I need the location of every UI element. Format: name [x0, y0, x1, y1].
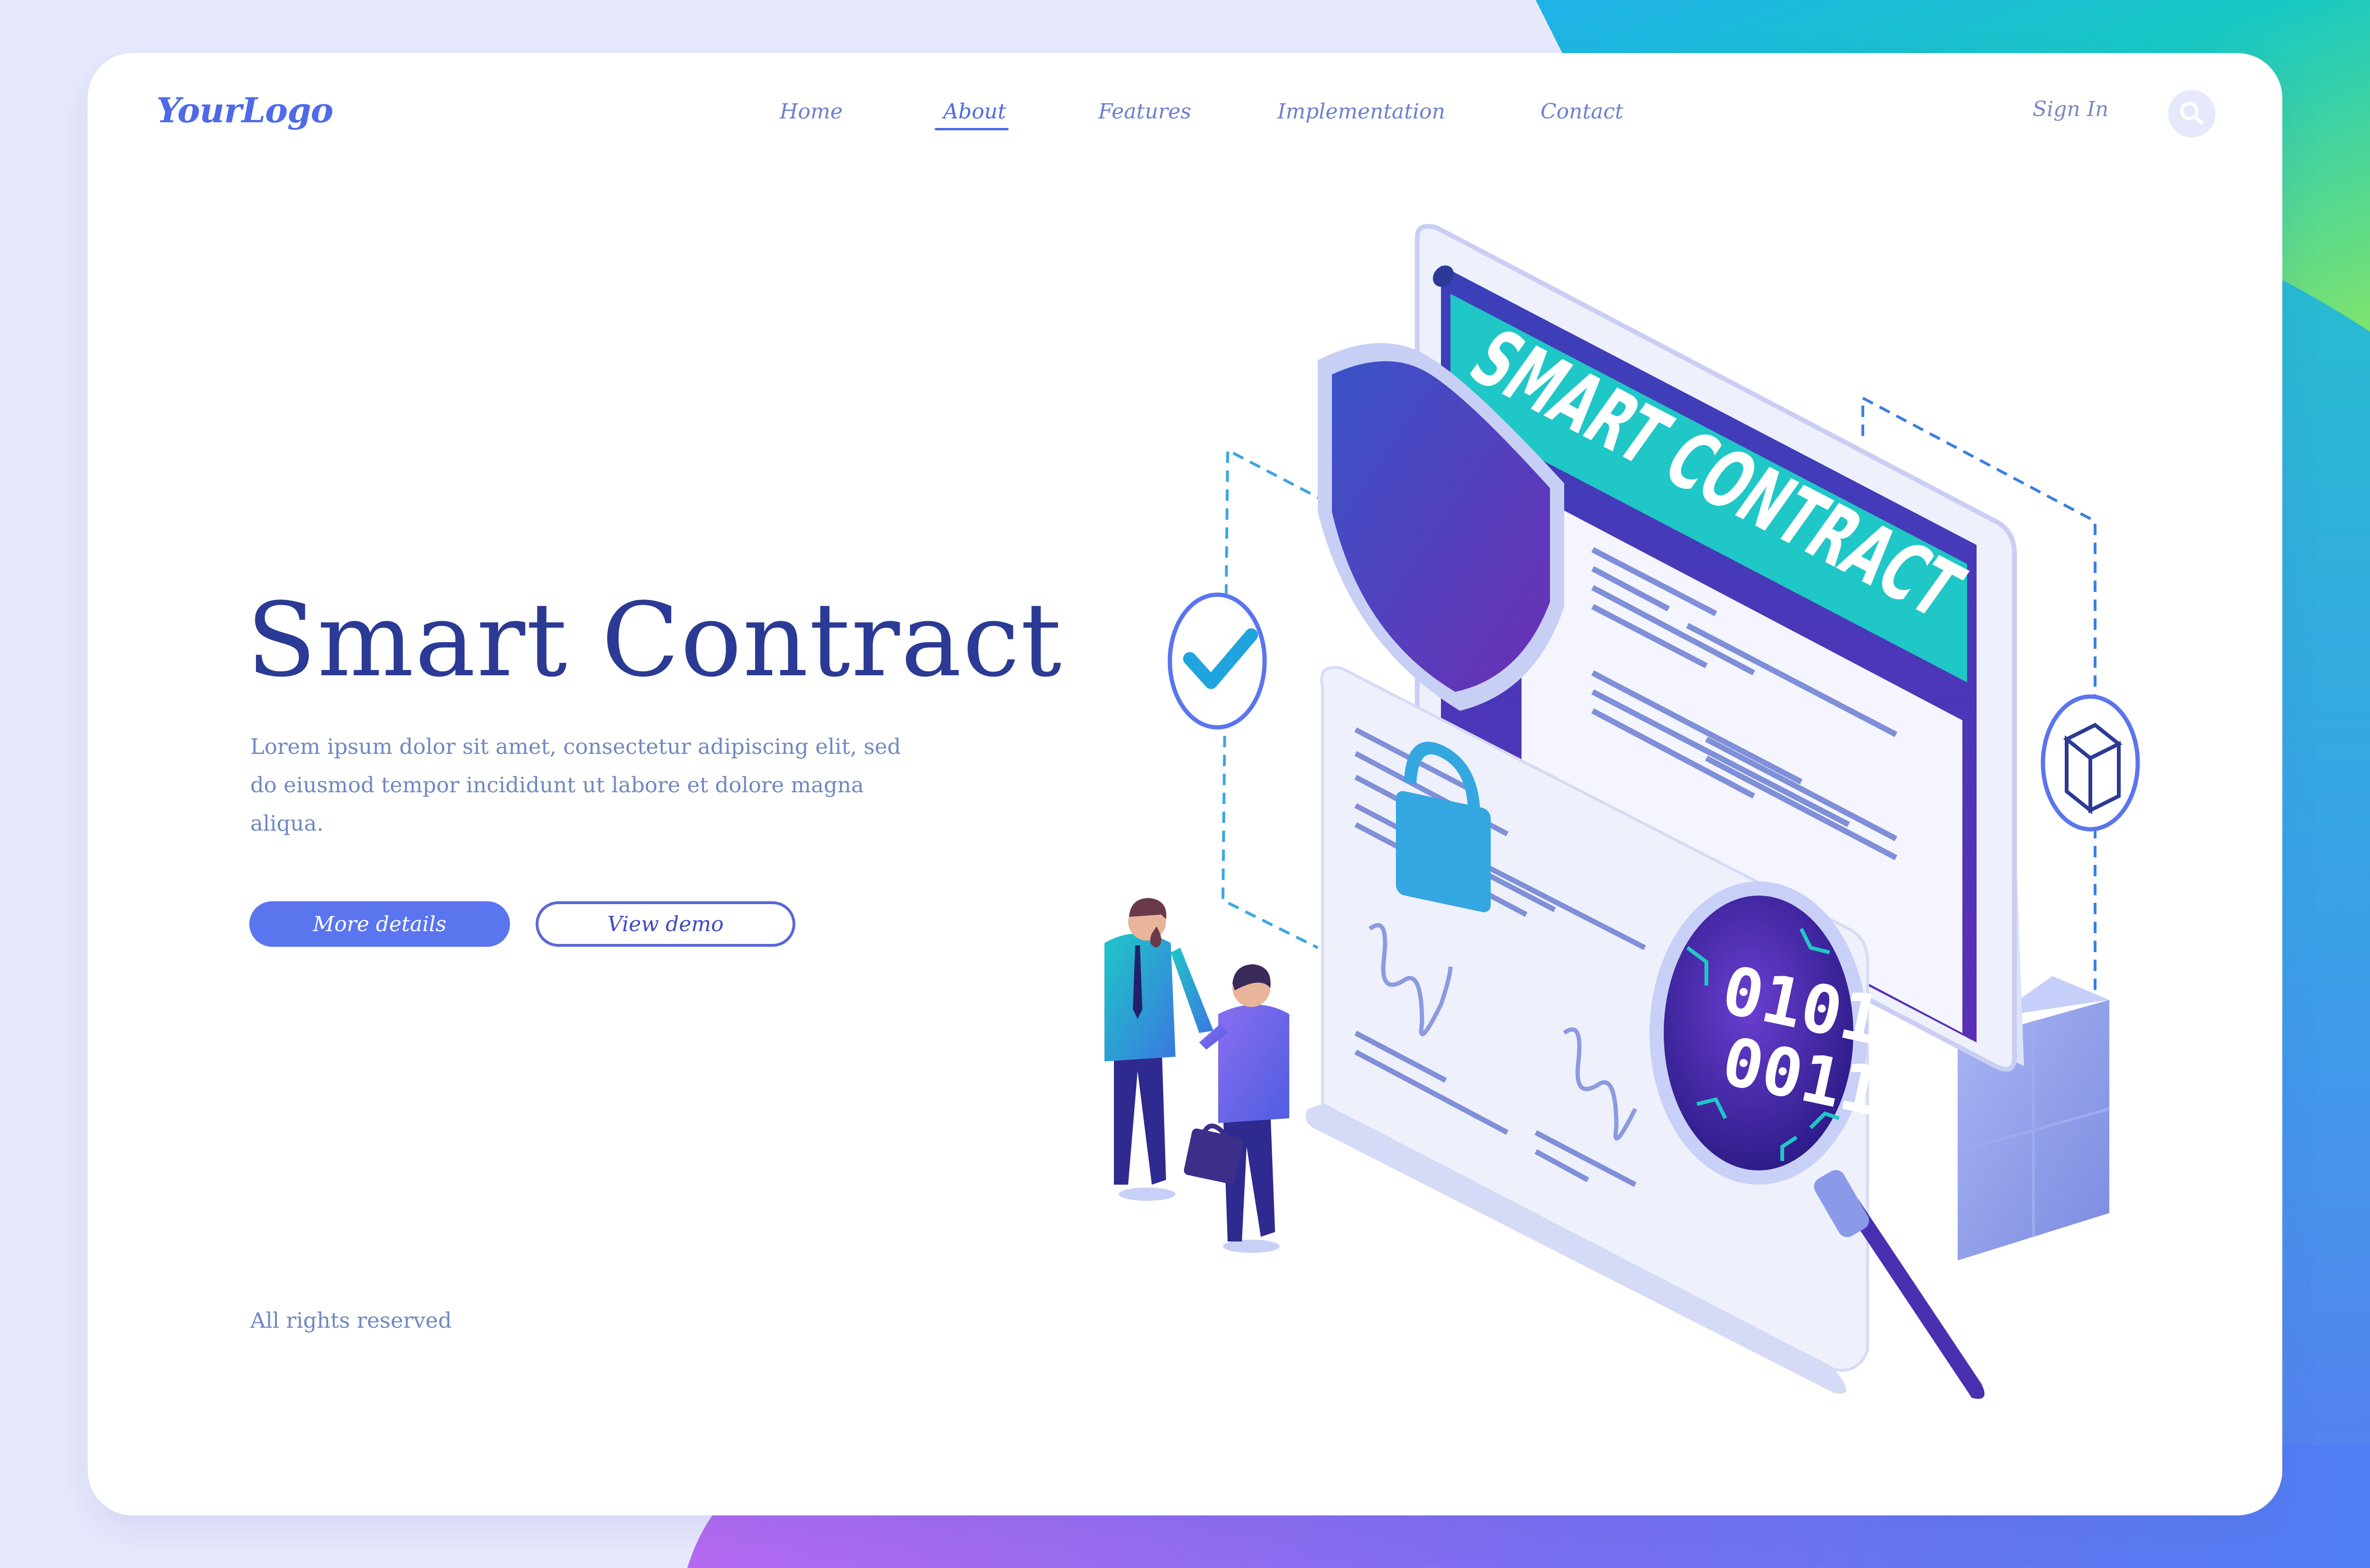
footer-copyright: All rights reserved [250, 1308, 452, 1333]
search-icon [2180, 101, 2203, 125]
view-demo-button[interactable]: View demo [536, 901, 795, 947]
nav-implementation[interactable]: Implementation [1277, 100, 1445, 124]
cube-icon [2041, 694, 2140, 832]
nav-about[interactable]: About [943, 100, 1006, 124]
nav-contact[interactable]: Contact [1540, 100, 1623, 124]
checkmark-icon [1167, 592, 1267, 730]
nav-active-underline [935, 128, 1009, 130]
nav-features[interactable]: Features [1098, 100, 1191, 124]
more-details-button[interactable]: More details [249, 901, 510, 947]
search-button[interactable] [2168, 90, 2215, 137]
smart-contract-illustration: SMART CONTRACT 0101 0011 [1104, 224, 2140, 1399]
logo[interactable]: YourLogo [156, 90, 333, 130]
hero-description: Lorem ipsum dolor sit amet, consectetur … [250, 734, 901, 836]
sign-in-link[interactable]: Sign In [2033, 97, 2108, 121]
nav-home[interactable]: Home [780, 100, 843, 124]
hero-title: Smart Contract [246, 580, 1063, 699]
